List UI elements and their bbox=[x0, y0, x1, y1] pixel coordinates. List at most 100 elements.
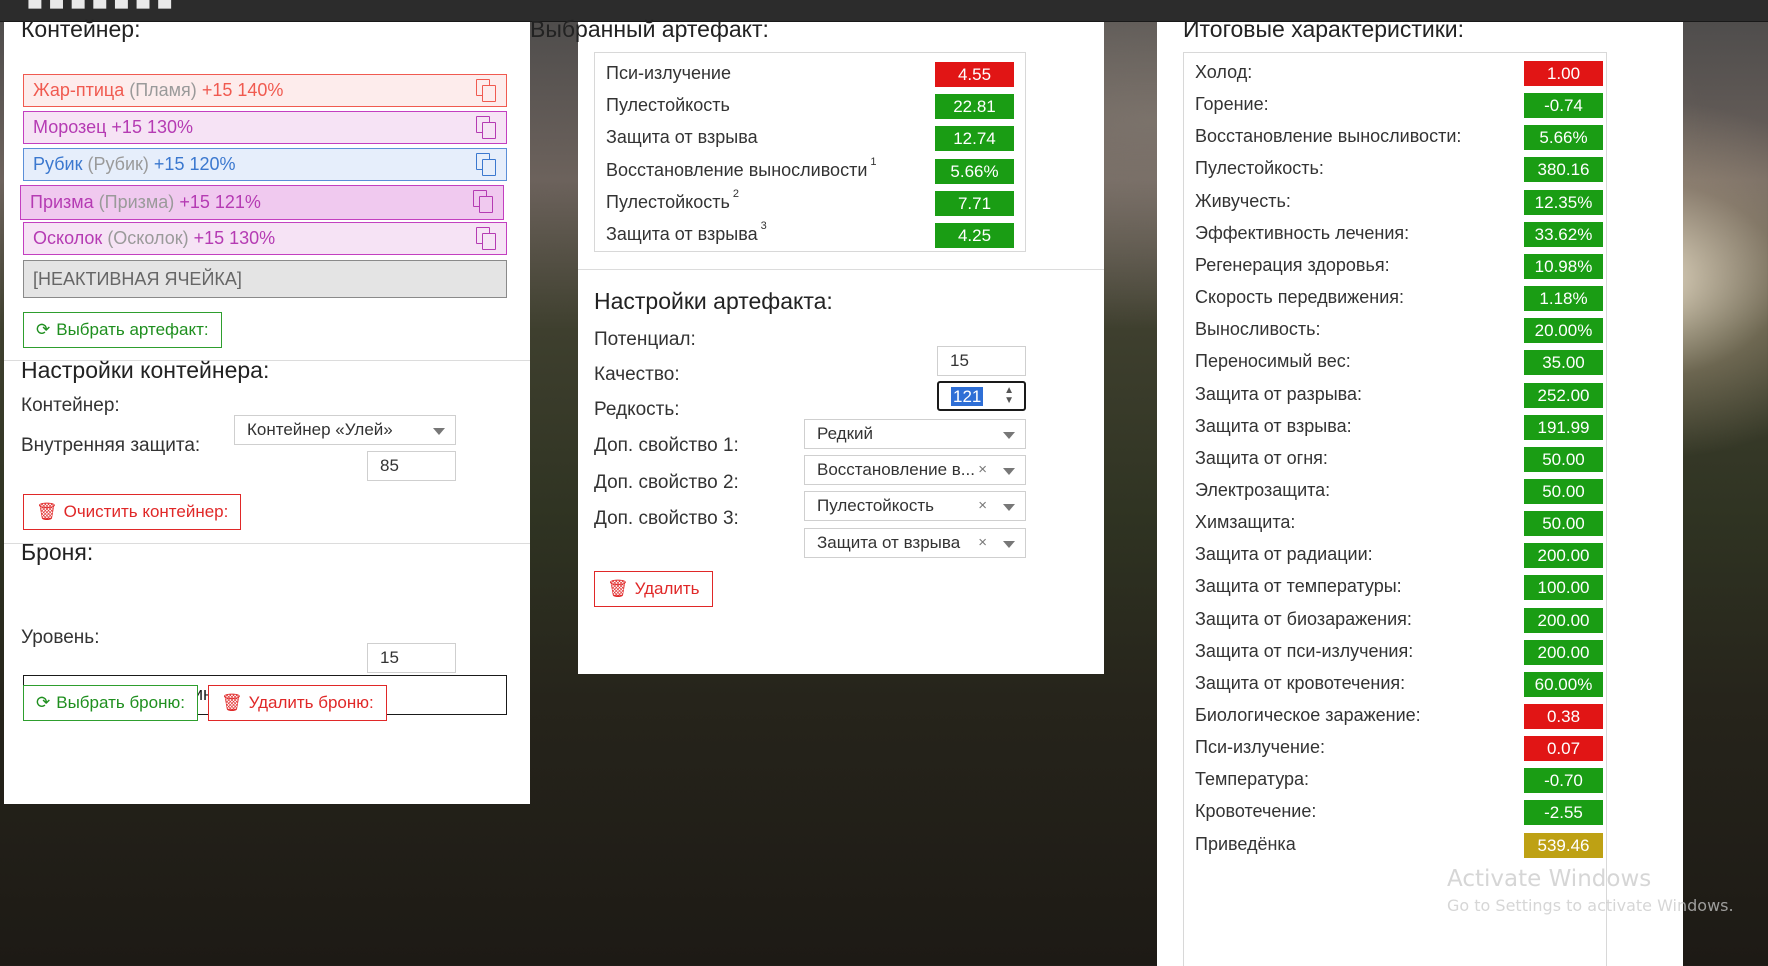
stat-name-text: Пси-излучение: bbox=[1195, 737, 1325, 758]
stat-value: 200.00 bbox=[1524, 607, 1603, 633]
stat-row: Холод: 1.00 bbox=[1184, 56, 1606, 92]
artifact-slot[interactable]: Жар-птица (Пламя) +15 140% bbox=[23, 74, 507, 107]
stat-row: Горение: -0.74 bbox=[1184, 88, 1606, 124]
copy-icon[interactable] bbox=[476, 227, 498, 251]
stat-value: 252.00 bbox=[1524, 382, 1603, 408]
artifact-slot[interactable]: Рубик (Рубик) +15 120% bbox=[23, 148, 507, 181]
stat-value: 12.74 bbox=[935, 126, 1014, 152]
stat-row: Регенерация здоровья: 10.98% bbox=[1184, 249, 1606, 285]
stat-name-text: Защита от радиации: bbox=[1195, 544, 1373, 565]
clear-icon[interactable]: × bbox=[978, 529, 987, 557]
level-label: Уровень: bbox=[21, 627, 100, 648]
stat-row: Выносливость: 20.00% bbox=[1184, 313, 1606, 349]
artifact-slot[interactable]: Морозец +15 130% bbox=[23, 111, 507, 144]
stat-row: Эффективность лечения: 33.62% bbox=[1184, 217, 1606, 253]
copy-icon[interactable] bbox=[476, 116, 498, 140]
spinner-icon[interactable]: ▲ ▼ bbox=[1004, 386, 1014, 406]
stat-footnote: 2 bbox=[732, 187, 739, 200]
stat-name-text: Пулестойкость bbox=[606, 95, 730, 116]
stat-value: 0.38 bbox=[1524, 704, 1603, 729]
rarity-select[interactable]: Редкий bbox=[804, 419, 1026, 449]
stat-row: Защита от кровотечения: 60.00% bbox=[1184, 667, 1606, 703]
refresh-icon: ⟳ bbox=[36, 320, 51, 339]
clear-icon[interactable]: × bbox=[978, 456, 987, 484]
stat-value: 33.62% bbox=[1524, 221, 1603, 247]
stat-name: Пси-излучение bbox=[606, 63, 731, 84]
stat-value: 60.00% bbox=[1524, 671, 1603, 697]
clear-container-button[interactable]: 🗑 Очистить контейнер: bbox=[23, 494, 242, 530]
stat-name-text: Защита от взрыва bbox=[606, 224, 758, 244]
slot-name: Морозец bbox=[33, 117, 107, 137]
stat-value: 5.66% bbox=[935, 158, 1014, 184]
stat-value: 200.00 bbox=[1524, 639, 1603, 665]
stat-value: 5.66% bbox=[1524, 125, 1603, 151]
artifact-slot[interactable]: Осколок (Осколок) +15 130% bbox=[23, 222, 507, 255]
inner-protection-input[interactable]: 85 bbox=[367, 451, 456, 481]
copy-icon[interactable] bbox=[473, 190, 495, 214]
stat-row: Пулестойкость 2 7.71 bbox=[595, 186, 1025, 222]
stat-value: 4.55 bbox=[935, 62, 1014, 87]
stat-name: Эффективность лечения: bbox=[1195, 223, 1409, 244]
stat-value: 50.00 bbox=[1524, 446, 1603, 472]
stat-row: Защита от взрыва 3 4.25 bbox=[595, 218, 1025, 254]
level-input[interactable]: 15 bbox=[367, 643, 456, 673]
stat-name: Защита от кровотечения: bbox=[1195, 673, 1405, 694]
stat-name: Химзащита: bbox=[1195, 512, 1295, 533]
stat-name: Выносливость: bbox=[1195, 319, 1320, 340]
chevron-down-icon bbox=[1003, 504, 1015, 511]
stat-row: Защита от радиации: 200.00 bbox=[1184, 538, 1606, 574]
slot-alt-name: (Осколок) bbox=[107, 228, 189, 248]
delete-armor-button[interactable]: 🗑 Удалить броню: bbox=[208, 685, 387, 721]
potential-input[interactable]: 15 bbox=[937, 346, 1026, 376]
stat-name-text: Переносимый вес: bbox=[1195, 351, 1351, 372]
extra-property-1-select[interactable]: Восстановление в... × bbox=[804, 455, 1026, 485]
stat-name-text: Кровотечение: bbox=[1195, 801, 1317, 822]
artifact-settings-title: Настройки артефакта: bbox=[594, 288, 833, 314]
stat-name: Регенерация здоровья: bbox=[1195, 255, 1390, 276]
chevron-down-icon bbox=[1003, 541, 1015, 548]
stat-name: Пулестойкость 2 bbox=[606, 188, 739, 213]
stat-row: Скорость передвижения: 1.18% bbox=[1184, 281, 1606, 317]
stat-name: Защита от биозаражения: bbox=[1195, 609, 1412, 630]
slot-stat: +15 140% bbox=[201, 80, 284, 100]
artifact-slot[interactable]: Призма (Призма) +15 121% bbox=[20, 185, 504, 220]
stat-row: Защита от огня: 50.00 bbox=[1184, 442, 1606, 478]
stat-row: Защита от температуры: 100.00 bbox=[1184, 570, 1606, 606]
refresh-icon: ⟳ bbox=[36, 693, 51, 712]
choose-armor-button[interactable]: ⟳ Выбрать броню: bbox=[23, 685, 198, 721]
stat-value: 50.00 bbox=[1524, 511, 1603, 537]
delete-artifact-button[interactable]: 🗑 Удалить bbox=[594, 571, 713, 607]
stat-name-text: Защита от пси-излучения: bbox=[1195, 640, 1414, 661]
stat-name-text: Защита от взрыва bbox=[606, 127, 758, 148]
extra-property-3-select[interactable]: Защита от взрыва × bbox=[804, 528, 1026, 558]
clear-icon[interactable]: × bbox=[978, 492, 987, 520]
stat-name: Приведёнка bbox=[1195, 834, 1296, 855]
container-title: Контейнер: bbox=[21, 16, 141, 42]
choose-artifact-button[interactable]: ⟳ Выбрать артефакт: bbox=[23, 312, 222, 348]
quality-input[interactable]: 121 ▲ ▼ bbox=[937, 381, 1026, 411]
stat-row: Пси-излучение 4.55 bbox=[595, 57, 1025, 93]
stat-name-text: Защита от огня: bbox=[1195, 447, 1328, 468]
stat-name: Электрозащита: bbox=[1195, 480, 1330, 501]
total-stats-panel: Итоговые характеристики: Холод: 1.00 Горен… bbox=[1157, 16, 1683, 966]
stat-name-text: Регенерация здоровья: bbox=[1195, 254, 1390, 275]
extra-property-3-label: Доп. свойство 3: bbox=[594, 508, 739, 529]
stat-row: Приведёнка 539.46 bbox=[1184, 828, 1606, 864]
activation-watermark: Activate Windows Go to Settings to activ… bbox=[1447, 866, 1734, 915]
stat-row: Электрозащита: 50.00 bbox=[1184, 474, 1606, 510]
stat-name: Защита от взрыва: bbox=[1195, 416, 1352, 437]
copy-icon[interactable] bbox=[476, 153, 498, 177]
selected-artifact-title: Выбранный артефакт: bbox=[530, 16, 769, 42]
stat-value: 1.18% bbox=[1524, 286, 1603, 312]
container-select[interactable]: Контейнер «Улей» bbox=[234, 415, 456, 445]
stat-name-text: Защита от температуры: bbox=[1195, 576, 1402, 597]
extra-property-2-select[interactable]: Пулестойкость × bbox=[804, 491, 1026, 521]
slot-alt-name: (Рубик) bbox=[87, 154, 149, 174]
copy-icon[interactable] bbox=[476, 79, 498, 103]
container-settings-title: Настройки контейнера: bbox=[21, 357, 270, 383]
chevron-down-icon bbox=[1003, 468, 1015, 475]
stat-name-text: Биологическое заражение: bbox=[1195, 705, 1421, 725]
stat-value: 191.99 bbox=[1524, 414, 1603, 440]
stat-name-text: Холод: bbox=[1195, 62, 1253, 82]
chevron-down-icon bbox=[433, 428, 445, 435]
